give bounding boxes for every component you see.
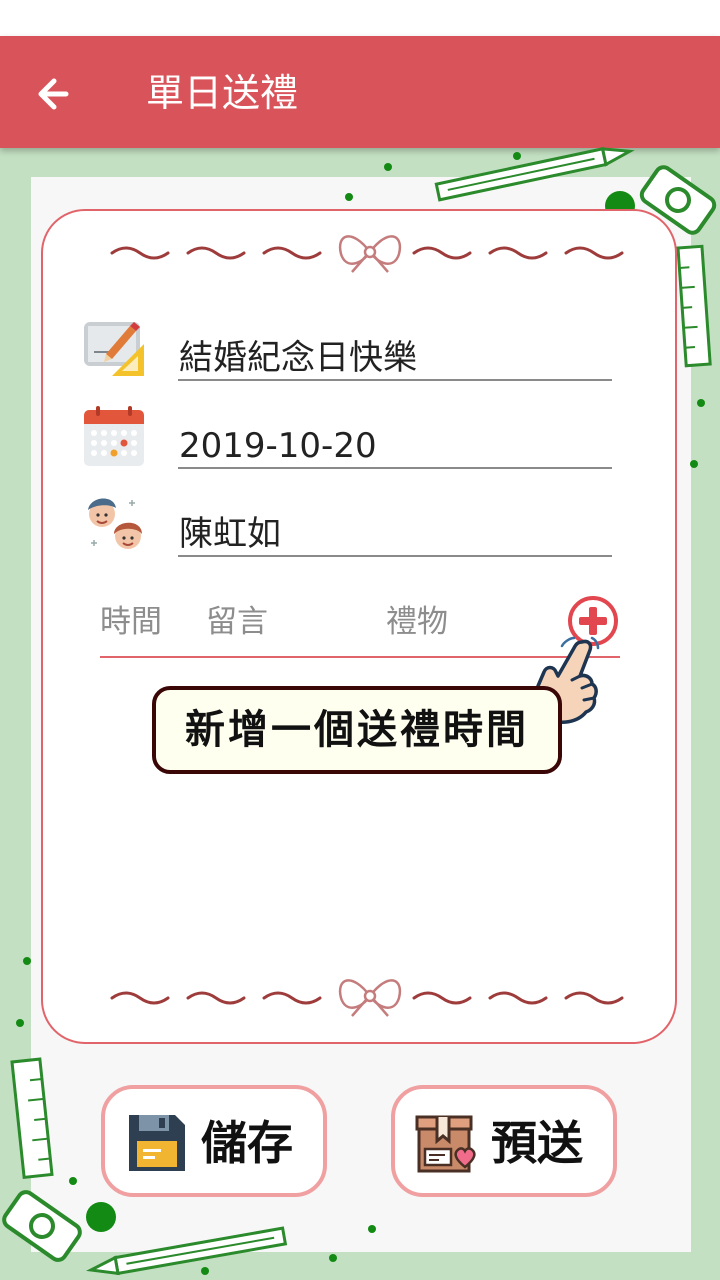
date-underline — [178, 467, 612, 469]
recipient-underline — [178, 555, 612, 557]
recipient-value: 陳虹如 — [179, 514, 281, 554]
gift-box-icon — [415, 1115, 476, 1173]
column-header-message: 留言 — [206, 604, 268, 640]
date-value: 2019-10-20 — [179, 426, 377, 466]
couple-icon — [88, 498, 142, 549]
column-header-gift: 禮物 — [386, 604, 448, 640]
preview-send-button-label: 預送 — [491, 1116, 583, 1170]
occasion-value: 結婚紀念日快樂 — [179, 338, 417, 378]
save-button[interactable]: 儲存 — [101, 1085, 327, 1197]
occasion-field[interactable]: 結婚紀念日快樂 — [82, 316, 612, 386]
occasion-underline — [178, 379, 612, 381]
calendar-icon — [84, 406, 144, 466]
column-header-time: 時間 — [100, 604, 162, 640]
add-time-hint-tooltip: 新增一個送禮時間 — [152, 686, 562, 774]
preview-send-button[interactable]: 預送 — [391, 1085, 617, 1197]
save-button-label: 儲存 — [201, 1116, 293, 1170]
date-field[interactable]: 2019-10-20 — [82, 404, 612, 474]
recipient-field[interactable]: 陳虹如 — [82, 492, 612, 562]
floppy-disk-icon — [129, 1115, 185, 1171]
edit-blueprint-icon — [84, 322, 144, 376]
